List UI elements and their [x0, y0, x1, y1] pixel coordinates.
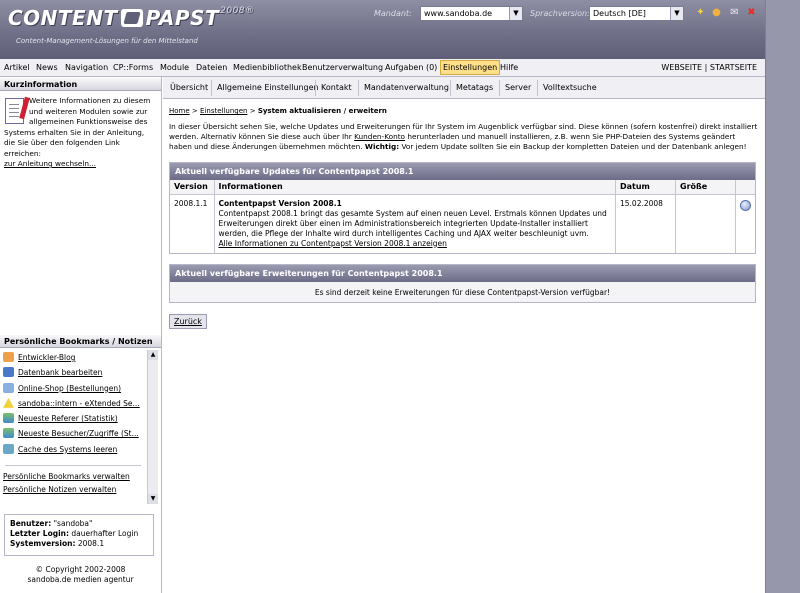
bookmarks-title: Persönliche Bookmarks / Notizen [0, 334, 161, 348]
help-icon[interactable]: ● [711, 7, 722, 18]
extensions-empty-message: Es sind derzeit keine Erweiterungen für … [170, 282, 755, 302]
tab-kontakt[interactable]: Kontakt [315, 80, 357, 96]
extensions-box: Aktuell verfügbare Erweiterungen für Con… [169, 264, 756, 303]
updates-box: Aktuell verfügbare Updates für Contentpa… [169, 162, 756, 254]
update-date: 15.02.2008 [615, 194, 676, 253]
updates-title: Aktuell verfügbare Updates für Contentpa… [170, 163, 755, 180]
bookmarks-scrollbar[interactable]: ▲ ▼ [147, 350, 158, 504]
mail-icon[interactable]: ✉ [729, 7, 740, 18]
blog-icon [3, 352, 14, 362]
mandant-label: Mandant: [374, 9, 412, 18]
kurzinformation-title: Kurzinformation [0, 77, 161, 91]
bookmarks-panel: Persönliche Bookmarks / Notizen Entwickl… [0, 334, 161, 516]
copyright: © Copyright 2002-2008 sandoba.de medien … [27, 565, 134, 584]
menu-item-benutzerverwaltung[interactable]: Benutzerverwaltung [302, 63, 383, 72]
bookmark-item[interactable]: Datenbank bearbeiten [3, 367, 145, 382]
database-icon [3, 367, 14, 378]
bookmark-item[interactable]: sandoba::intern - eXtended Se... [3, 397, 145, 413]
right-sidebar [765, 0, 800, 593]
sprach-label: Sprachversion: [530, 9, 590, 18]
bookmark-item[interactable]: Online-Shop (Bestellungen) [3, 382, 145, 398]
bookmarks-list: Entwickler-Blog Datenbank bearbeiten Onl… [0, 348, 161, 516]
anleitung-link[interactable]: zur Anleitung wechseln... [4, 159, 96, 168]
main-content: Home > Einstellungen > System aktualisie… [163, 100, 765, 593]
update-info: Contentpapst Version 2008.1 Contentpapst… [214, 194, 616, 253]
tab-server[interactable]: Server [499, 80, 536, 96]
user-name: "sandoba" [53, 519, 93, 528]
intro-text: In dieser Übersicht sehen Sie, welche Up… [169, 122, 758, 151]
kurzinformation-panel: Kurzinformation Weitere Informationen zu… [0, 77, 161, 175]
tab-mandatenverwaltung[interactable]: Mandatenverwaltung [358, 80, 454, 96]
tagline: Content-Management-Lösungen für den Mitt… [16, 37, 198, 45]
sprach-select[interactable]: Deutsch [DE] ▼ [589, 6, 684, 21]
breadcrumb-settings[interactable]: Einstellungen [200, 107, 247, 115]
column-header: Version [170, 180, 215, 195]
manage-notes-link[interactable]: Persönliche Notizen verwalten [3, 485, 161, 498]
last-login: dauerhafter Login [71, 529, 139, 538]
chart-icon [3, 413, 14, 424]
logo-mark-icon [120, 9, 143, 27]
breadcrumb-home[interactable]: Home [169, 107, 190, 115]
tab-uebersicht[interactable]: Übersicht [165, 80, 213, 96]
bookmark-item[interactable]: Neueste Besucher/Zugriffe (St... [3, 428, 145, 443]
install-update-button[interactable] [736, 194, 756, 253]
update-size [675, 194, 736, 253]
update-version: 2008.1.1 [170, 194, 215, 253]
system-version: 2008.1 [77, 539, 105, 548]
main-menu: Artikel News Navigation CP::Forms Module… [0, 59, 765, 77]
webseite-startseite-link[interactable]: WEBSEITE | STARTSEITE [661, 63, 757, 72]
document-icon [5, 98, 24, 124]
bookmark-item[interactable]: Entwickler-Blog [3, 352, 145, 367]
column-header: Größe [675, 180, 736, 195]
settings-tabs: Übersicht Allgemeine Einstellungen Konta… [163, 77, 765, 99]
menu-item-navigation[interactable]: Navigation [65, 63, 108, 72]
manage-bookmarks-link[interactable]: Persönliche Bookmarks verwalten [3, 472, 161, 485]
header: CONTENT PAPST2008® Content-Management-Lös… [0, 0, 765, 59]
breadcrumb: Home > Einstellungen > System aktualisie… [169, 107, 387, 115]
extensions-title: Aktuell verfügbare Erweiterungen für Con… [170, 265, 755, 282]
logo: CONTENT PAPST2008® [8, 6, 255, 30]
tab-metatags[interactable]: Metatags [450, 80, 498, 96]
update-info-link[interactable]: Alle Informationen zu Contentpapst Versi… [219, 239, 447, 248]
column-header: Datum [615, 180, 676, 195]
app-window: CONTENT PAPST2008® Content-Management-Lös… [0, 0, 800, 593]
warning-icon [3, 397, 14, 408]
menu-item-einstellungen[interactable]: Einstellungen [440, 60, 501, 75]
scroll-down-icon[interactable]: ▼ [148, 494, 158, 504]
bookmark-item[interactable]: Neueste Referer (Statistik) [3, 413, 145, 428]
menu-item-cpforms[interactable]: CP::Forms [113, 63, 153, 72]
chart-icon [3, 428, 14, 439]
cache-icon [3, 443, 14, 454]
column-header [735, 180, 755, 195]
breadcrumb-current: System aktualisieren / erweitern [257, 107, 387, 115]
column-header: Informationen [214, 180, 616, 195]
mandant-select[interactable]: www.sandoba.de ▼ [420, 6, 523, 21]
install-icon [740, 199, 751, 211]
divider [5, 465, 141, 467]
left-panel: Kurzinformation Weitere Informationen zu… [0, 77, 162, 593]
menu-item-news[interactable]: News [36, 63, 58, 72]
menu-item-hilfe[interactable]: Hilfe [500, 63, 518, 72]
scroll-up-icon[interactable]: ▲ [148, 350, 158, 360]
tab-allgemeine-einstellungen[interactable]: Allgemeine Einstellungen [211, 80, 324, 96]
menu-item-dateien[interactable]: Dateien [196, 63, 227, 72]
table-row: 2008.1.1 Contentpapst Version 2008.1 Con… [170, 194, 755, 253]
bookmark-item[interactable]: Cache des Systems leeren [3, 443, 145, 459]
menu-item-artikel[interactable]: Artikel [4, 63, 30, 72]
close-icon[interactable]: ✖ [746, 7, 757, 18]
wand-icon[interactable]: ✦ [695, 7, 706, 18]
user-info-box: Benutzer: "sandoba" Letzter Login: dauer… [4, 514, 154, 556]
shop-icon [3, 382, 14, 393]
chevron-down-icon: ▼ [509, 7, 522, 20]
back-button[interactable]: Zurück [169, 314, 207, 329]
menu-item-module[interactable]: Module [160, 63, 189, 72]
kunden-konto-link[interactable]: Kunden-Konto [354, 132, 405, 141]
menu-item-aufgaben[interactable]: Aufgaben (0) [385, 63, 437, 72]
updates-table: Version Informationen Datum Größe 2008.1… [170, 180, 755, 253]
chevron-down-icon: ▼ [670, 7, 683, 20]
menu-item-medienbibliothek[interactable]: Medienbibliothek [233, 63, 302, 72]
tab-volltextsuche[interactable]: Volltextsuche [537, 80, 602, 96]
